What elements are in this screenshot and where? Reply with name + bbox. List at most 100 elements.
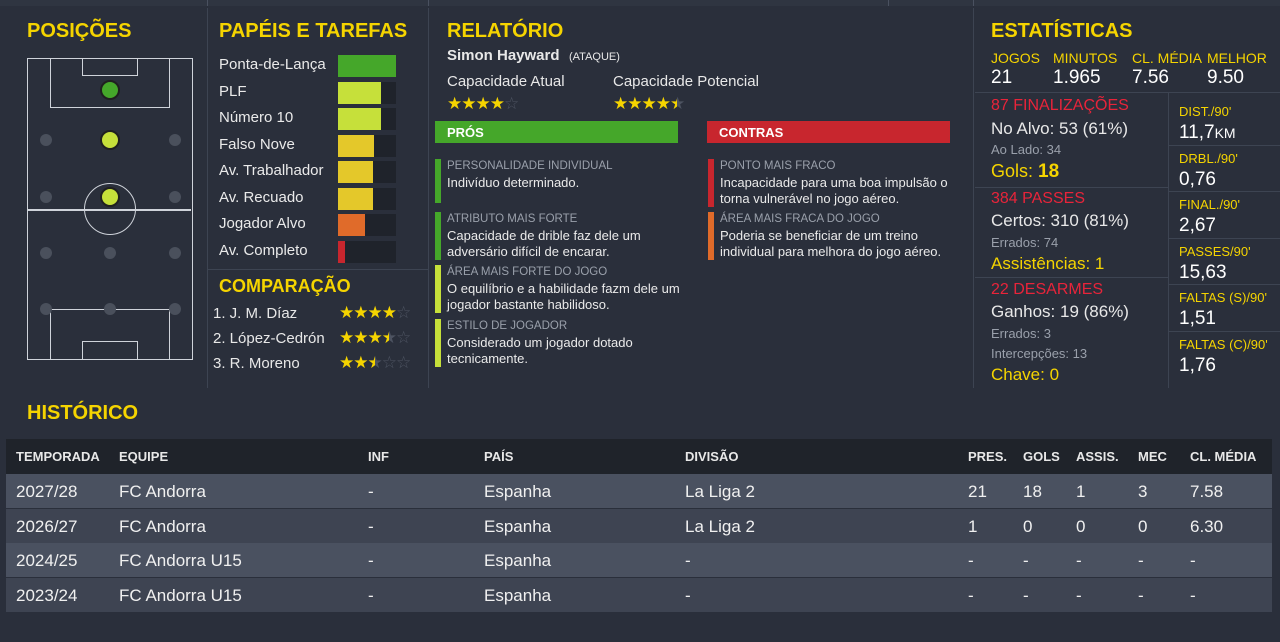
note-title: ATRIBUTO MAIS FORTE (447, 213, 578, 225)
per90-label: FALTAS (S)/90' (1179, 290, 1267, 305)
stat-value: 7.56 (1132, 67, 1169, 88)
role-bar-fill (338, 108, 381, 130)
role-suitability-bar (338, 214, 396, 236)
stat-value: 21 (991, 67, 1013, 88)
shots-title: 87 FINALIZAÇÕES (991, 97, 1129, 114)
note-text: Indivíduo determinado. (447, 175, 580, 190)
position-dot (169, 191, 181, 203)
table-row[interactable]: 2027/28 FC Andorra - Espanha La Liga 2 21 18 1 3… (6, 474, 1272, 508)
note-text: Incapacidade para uma boa impulsão o tor… (720, 175, 948, 206)
position-dot (104, 247, 116, 259)
empty-star-icon: ☆ (504, 94, 519, 113)
per90-value: 15,63 (1179, 262, 1227, 284)
tackles-lost: Errados: 3 (991, 326, 1051, 341)
top-strip (0, 0, 1280, 6)
column-header[interactable]: PRES. (968, 449, 1007, 464)
position-striker[interactable] (100, 80, 120, 100)
table-cell: - (968, 585, 974, 605)
column-header[interactable]: DIVISÃO (685, 449, 738, 464)
goals-stat: Gols: 18 (991, 161, 1059, 183)
cons-header: CONTRAS (707, 121, 950, 143)
column-header[interactable]: MEC (1138, 449, 1167, 464)
per90-number: 1,76 (1179, 354, 1216, 376)
table-cell: 0 (1023, 516, 1033, 536)
table-cell: 6.30 (1190, 516, 1224, 536)
positions-title: POSIÇÕES (27, 20, 132, 42)
position-dot (169, 247, 181, 259)
stats-divider (1169, 284, 1280, 285)
star-icon: ★ (613, 94, 628, 113)
column-header[interactable]: TEMPORADA (16, 449, 100, 464)
column-header[interactable]: INF (368, 449, 389, 464)
table-cell[interactable]: FC Andorra (119, 482, 206, 502)
table-row[interactable]: 2023/24 FC Andorra U15 - Espanha - - - - - - (6, 577, 1272, 612)
per90-value: 0,76 (1179, 169, 1216, 191)
pitch (27, 58, 193, 360)
note-color-bar (708, 212, 714, 260)
interceptions: Intercepções: 13 (991, 346, 1088, 361)
table-row[interactable]: 2024/25 FC Andorra U15 - Espanha - - - - - - (6, 543, 1272, 577)
table-cell: 2026/27 (16, 516, 78, 536)
passes-title: 384 PASSES (991, 190, 1085, 207)
role-suitability-bar (338, 161, 396, 183)
per90-number: 0,76 (1179, 168, 1216, 190)
star-icon: ★ (655, 94, 671, 113)
comparison-stars: ★★★★☆ (339, 328, 411, 348)
comparison-title: COMPARAÇÃO (219, 276, 351, 296)
table-cell[interactable]: FC Andorra U15 (119, 586, 242, 606)
column-header[interactable]: PAÍS (484, 449, 513, 464)
stats-divider (975, 277, 1168, 278)
star-icon: ★ (339, 303, 354, 322)
table-cell: Espanha (484, 585, 552, 605)
panel-divider (973, 8, 974, 388)
table-cell[interactable]: FC Andorra U15 (119, 551, 242, 571)
column-header[interactable]: ASSIS. (1076, 449, 1119, 464)
stats-divider (975, 187, 1168, 188)
role-label: Av. Completo (219, 241, 308, 259)
stats-divider (1168, 92, 1169, 388)
comparison-item[interactable]: 3. R. Moreno (213, 355, 300, 372)
half-star-icon: ★ (670, 94, 685, 113)
position-attacking-mid[interactable] (100, 130, 120, 150)
position-dot (169, 134, 181, 146)
table-cell: Espanha (484, 551, 552, 570)
position-dot (40, 191, 52, 203)
comparison-item[interactable]: 2. López-Cedrón (213, 330, 325, 347)
per90-label: PASSES/90' (1179, 243, 1251, 259)
star-icon: ★ (381, 303, 397, 322)
potential-ability-stars: ★★★★★ (613, 94, 685, 114)
column-header[interactable]: CL. MÉDIA (1190, 449, 1256, 464)
star-icon: ★ (353, 328, 368, 347)
comparison-item[interactable]: 1. J. M. Díaz (213, 305, 297, 322)
role-suitability-bar (338, 81, 396, 104)
potential-ability-label: Capacidade Potencial (613, 73, 759, 90)
top-divider (207, 0, 208, 6)
roles-divider (207, 269, 428, 270)
goals-value: 18 (1038, 161, 1060, 182)
table-cell: - (1076, 585, 1082, 605)
table-cell: La Liga 2 (685, 482, 755, 501)
role-suitability-bar (338, 55, 396, 77)
position-central-mid[interactable] (100, 187, 120, 207)
stat-label: MINUTOS (1053, 50, 1118, 66)
table-cell: La Liga 2 (685, 516, 755, 536)
table-cell: - (368, 551, 374, 570)
player-name: Simon Hayward (447, 47, 560, 64)
role-label: Jogador Alvo (219, 215, 306, 232)
role-suitability-bar (338, 108, 396, 130)
stat-value: 1.965 (1053, 67, 1101, 88)
per90-label: DRBL./90' (1179, 150, 1238, 166)
note-color-bar (435, 319, 441, 367)
note-title: ESTILO DE JOGADOR (447, 320, 568, 332)
column-header[interactable]: GOLS (1023, 449, 1060, 464)
per90-number: 15,63 (1179, 261, 1227, 283)
table-cell[interactable]: FC Andorra (119, 517, 206, 537)
column-header[interactable]: EQUIPE (119, 449, 168, 464)
note-color-bar (708, 159, 714, 207)
table-row[interactable]: 2026/27 FC Andorra - Espanha La Liga 2 1 0 0 0 6.… (6, 508, 1272, 543)
note-title: PONTO MAIS FRACO (720, 160, 836, 172)
table-cell: 2024/25 (16, 551, 78, 570)
comparison-stars: ★★★★☆ (339, 303, 411, 323)
stats-title: ESTATÍSTICAS (991, 20, 1133, 42)
tackles-title: 22 DESARMES (991, 281, 1104, 298)
